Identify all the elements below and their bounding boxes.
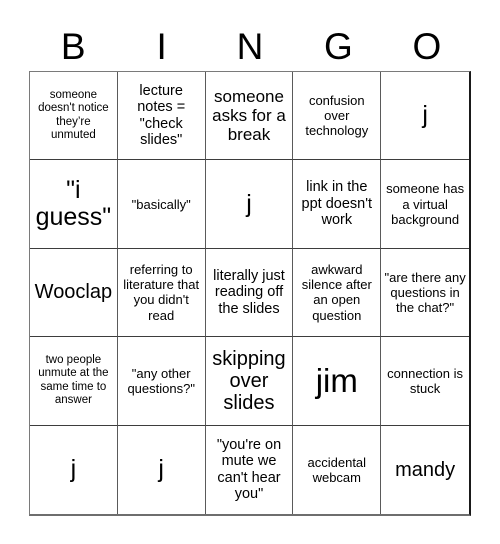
bingo-cell[interactable]: "any other questions?" xyxy=(117,337,206,426)
bingo-cell-label: "you're on mute we can't hear you" xyxy=(216,436,282,503)
bingo-header-letter-g: G xyxy=(324,26,353,67)
bingo-cell[interactable]: skipping over slides xyxy=(205,337,294,426)
bingo-cell-label: accidental webcam xyxy=(307,454,367,485)
bingo-cell-label: "any other questions?" xyxy=(127,365,195,396)
bingo-cell[interactable]: accidental webcam xyxy=(293,425,382,514)
bingo-cell[interactable]: two people unmute at the same time to an… xyxy=(30,337,118,426)
bingo-cell-label: skipping over slides xyxy=(212,347,286,414)
bingo-cell-label: someone asks for a break xyxy=(212,87,286,145)
bingo-cell[interactable]: connection is stuck xyxy=(381,337,469,426)
bingo-cell-label: lecture notes = "check slides" xyxy=(137,82,186,149)
bingo-header: B I N G O xyxy=(29,22,471,71)
bingo-cell[interactable]: j xyxy=(30,425,118,514)
bingo-cell-label: referring to literature that you didn't … xyxy=(123,262,200,323)
bingo-cell-label: awkward silence after an open question xyxy=(301,262,372,323)
bingo-cell-label: link in the ppt doesn't work xyxy=(301,179,373,229)
bingo-cell-label: someone has a virtual background xyxy=(386,181,465,227)
bingo-cell[interactable]: someone doesn't notice they’re unmuted xyxy=(30,72,118,161)
bingo-cell-label: j xyxy=(422,101,428,130)
bingo-cell[interactable]: someone has a virtual background xyxy=(381,160,469,249)
bingo-cell[interactable]: "i guess" xyxy=(30,160,118,249)
bingo-cell-label: "i guess" xyxy=(35,176,112,232)
bingo-cell[interactable]: lecture notes = "check slides" xyxy=(117,72,206,161)
bingo-cell-label: two people unmute at the same time to an… xyxy=(38,353,109,407)
bingo-cell-label: Wooclap xyxy=(34,281,113,304)
bingo-header-letter-i: I xyxy=(156,26,167,67)
bingo-cell[interactable]: mandy xyxy=(381,425,469,514)
bingo-cell[interactable]: someone asks for a break xyxy=(205,72,294,161)
bingo-cell[interactable]: awkward silence after an open question xyxy=(293,248,382,338)
bingo-grid: someone doesn't notice they’re unmuted l… xyxy=(29,71,471,516)
bingo-cell[interactable]: Wooclap xyxy=(30,248,118,338)
bingo-cell-label: connection is stuck xyxy=(387,365,464,396)
bingo-cell[interactable]: j xyxy=(117,425,206,514)
bingo-cell[interactable]: "you're on mute we can't hear you" xyxy=(205,425,294,514)
bingo-cell[interactable]: confusion over technology xyxy=(293,72,382,161)
bingo-header-letter-n: N xyxy=(236,26,264,67)
bingo-cell[interactable]: literally just reading off the slides xyxy=(205,248,294,338)
bingo-header-letter-b: B xyxy=(60,26,86,67)
bingo-cell[interactable]: j xyxy=(381,72,469,161)
bingo-cell[interactable]: "basically" xyxy=(117,160,206,249)
bingo-cell[interactable]: "are there any questions in the chat?" xyxy=(381,248,469,338)
bingo-cell-label: "are there any questions in the chat?" xyxy=(384,269,466,316)
bingo-cell-label: j xyxy=(158,455,164,484)
bingo-cell[interactable]: jim xyxy=(293,337,382,426)
bingo-cell-label: literally just reading off the slides xyxy=(213,267,285,317)
bingo-cell-label: confusion over technology xyxy=(305,93,369,139)
bingo-cell-label: jim xyxy=(315,361,358,399)
bingo-cell-label: j xyxy=(246,189,252,218)
bingo-cell[interactable]: j xyxy=(205,160,294,249)
bingo-cell-label: mandy xyxy=(395,458,456,481)
bingo-cell-label: j xyxy=(70,455,77,484)
bingo-cell[interactable]: link in the ppt doesn't work xyxy=(293,160,382,249)
bingo-header-letter-o: O xyxy=(412,26,442,67)
bingo-card: B I N G O someone doesn't notice they’re… xyxy=(0,0,500,544)
bingo-cell-label: someone doesn't notice they’re unmuted xyxy=(38,88,109,142)
bingo-cell-label: "basically" xyxy=(131,196,191,212)
bingo-cell[interactable]: referring to literature that you didn't … xyxy=(117,248,206,338)
